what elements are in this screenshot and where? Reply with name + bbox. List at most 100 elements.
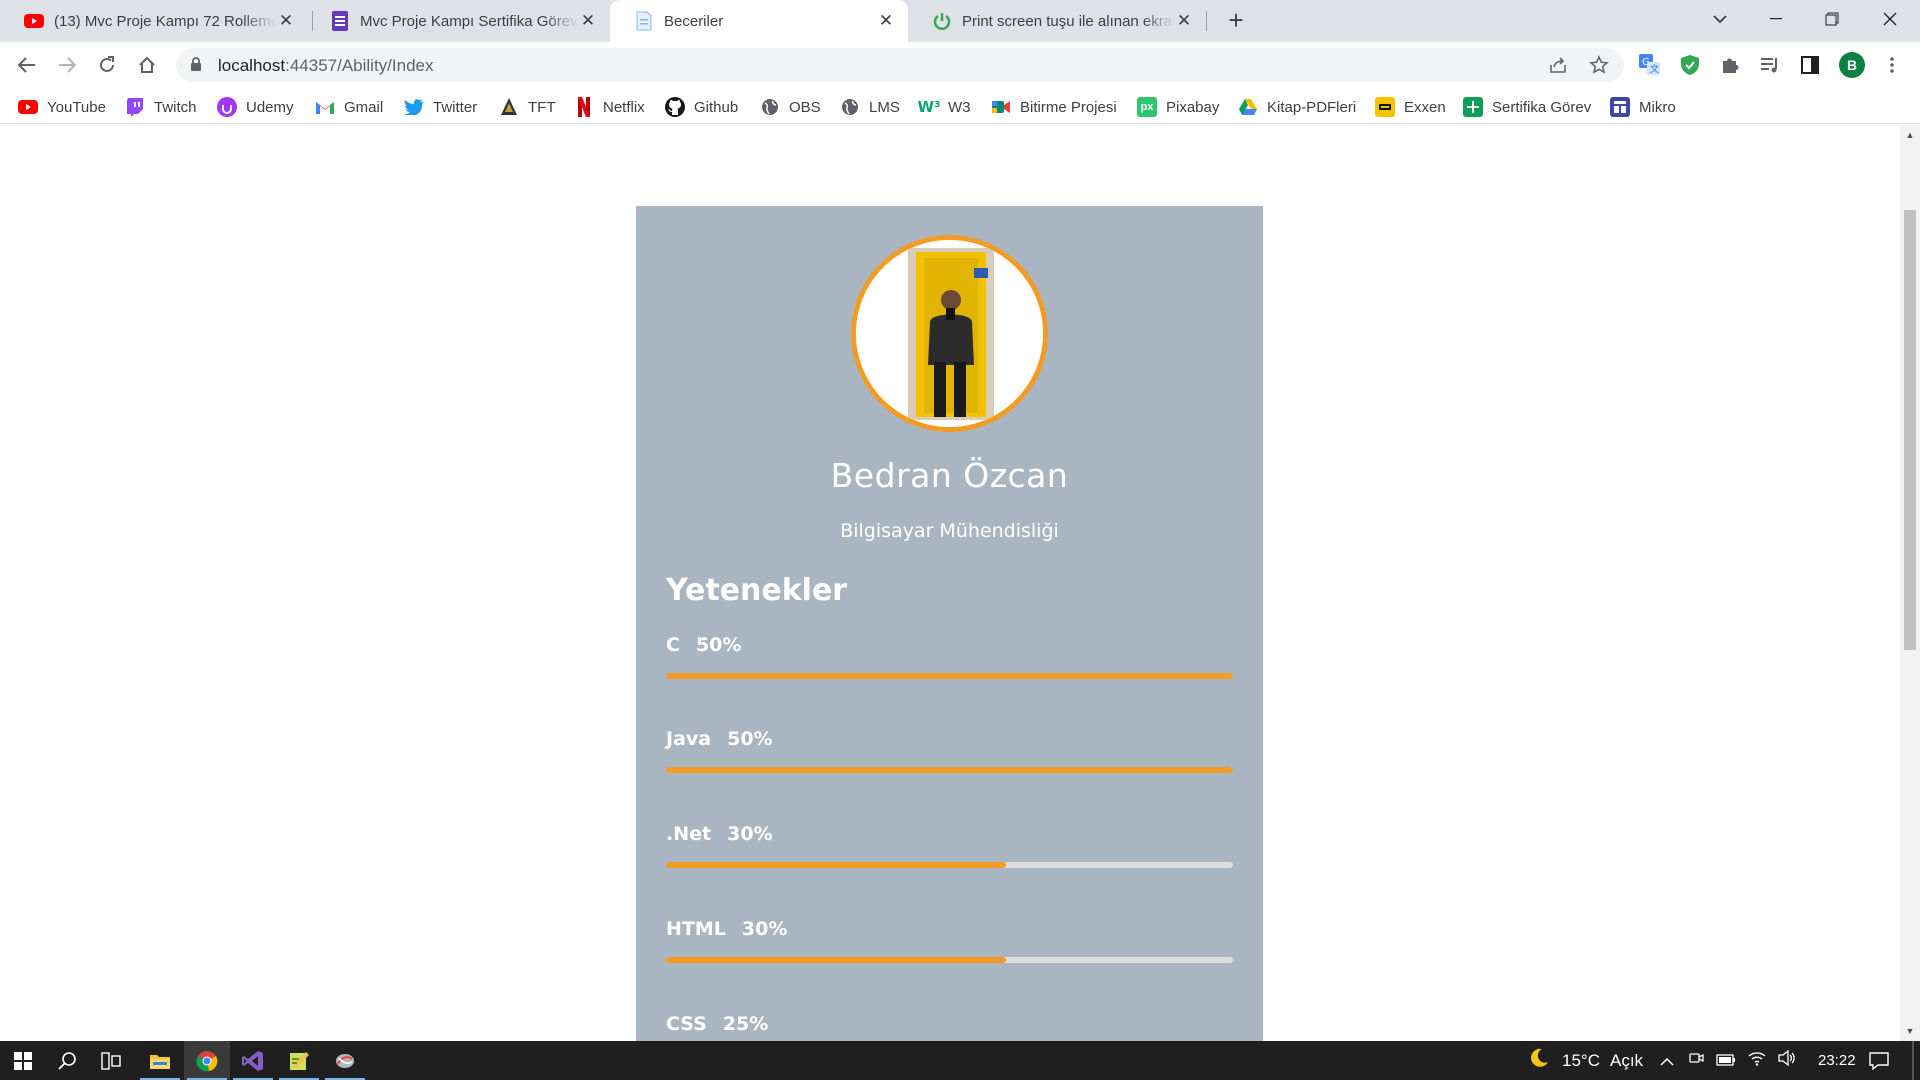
- bookmark-sertifika-gorev[interactable]: Sertifika Görev: [1463, 96, 1591, 118]
- tft-icon: [499, 97, 519, 117]
- bookmark-gmail[interactable]: Gmail: [315, 96, 383, 118]
- chrome-icon[interactable]: [184, 1041, 230, 1080]
- tab-strip: (13) Mvc Proje Kampı 72 Rolleme ✕ Mvc Pr…: [0, 0, 1920, 42]
- bookmark-lms[interactable]: LMS: [840, 96, 900, 118]
- page-scrollbar[interactable]: ▲ ▼: [1900, 125, 1920, 1041]
- show-desktop-button[interactable]: [1912, 1041, 1914, 1080]
- file-explorer-icon[interactable]: [137, 1041, 183, 1080]
- bookmark-mikro[interactable]: Mikro: [1610, 96, 1676, 118]
- bookmark-label: Pixabay: [1166, 98, 1220, 116]
- profile-name: Bedran Özcan: [830, 456, 1069, 495]
- bookmark-label: LMS: [869, 98, 900, 116]
- chevron-up-icon[interactable]: [1660, 1051, 1674, 1071]
- gmail-icon: [315, 97, 335, 117]
- meet-now-icon[interactable]: [1688, 1050, 1704, 1071]
- forward-button[interactable]: [52, 50, 82, 80]
- close-tab-icon[interactable]: ✕: [1174, 11, 1194, 31]
- weather-condition: Açık: [1609, 1050, 1644, 1070]
- bookmark-label: YouTube: [47, 98, 106, 116]
- translate-extension-icon[interactable]: G文: [1638, 53, 1662, 77]
- reload-button[interactable]: [92, 50, 122, 80]
- skill-percent: 50%: [695, 634, 742, 656]
- system-tray: 23:22: [1660, 1041, 1856, 1080]
- twitch-icon: [125, 97, 145, 117]
- skill-java: Java 50%: [666, 728, 1233, 773]
- skills-heading: Yetenekler: [666, 573, 848, 608]
- share-icon[interactable]: [1548, 55, 1568, 75]
- close-window-button[interactable]: [1862, 0, 1918, 38]
- wifi-icon[interactable]: [1748, 1050, 1766, 1071]
- weather-widget[interactable]: 15°C Açık: [1528, 1041, 1643, 1080]
- shield-extension-icon[interactable]: [1678, 53, 1702, 77]
- bookmark-label: TFT: [528, 98, 556, 116]
- bookmark-w3[interactable]: W³ W3: [917, 96, 970, 118]
- skill-percent: 50%: [727, 728, 773, 750]
- scrollbar-thumb[interactable]: [1904, 210, 1916, 650]
- bookmark-label: Gmail: [344, 98, 384, 116]
- scroll-down-icon[interactable]: ▼: [1904, 1025, 1916, 1037]
- bookmark-bitirme-projesi[interactable]: Bitirme Projesi: [991, 96, 1117, 118]
- battery-icon[interactable]: [1716, 1051, 1736, 1071]
- bookmark-netflix[interactable]: Netflix: [574, 96, 645, 118]
- tab-youtube[interactable]: (13) Mvc Proje Kampı 72 Rolleme ✕: [0, 0, 308, 42]
- close-tab-icon[interactable]: ✕: [876, 11, 896, 31]
- skill-label: CSS 25%: [666, 1013, 1233, 1035]
- new-tab-button[interactable]: +: [1222, 7, 1250, 35]
- sheets-icon: [1463, 97, 1483, 117]
- visual-studio-icon[interactable]: [230, 1041, 276, 1080]
- windows-start-icon[interactable]: [0, 1041, 46, 1080]
- tab-beceriler[interactable]: Beceriler ✕: [610, 0, 908, 42]
- bookmark-label: Netflix: [603, 98, 645, 116]
- skill-label: HTML 30%: [666, 918, 1233, 940]
- bookmark-github[interactable]: Github: [665, 96, 738, 118]
- back-button[interactable]: [12, 50, 42, 80]
- skill-progress-track: [666, 767, 1233, 773]
- minimize-button[interactable]: [1748, 0, 1804, 38]
- tab-sertifika[interactable]: Mvc Proje Kampı Sertifika Görev ✕: [306, 0, 610, 42]
- globe-icon: [840, 97, 860, 117]
- twitter-icon: [404, 97, 424, 117]
- url-path: :44357/Ability/Index: [285, 56, 434, 75]
- bookmark-pixabay[interactable]: px Pixabay: [1137, 96, 1219, 118]
- side-panel-icon[interactable]: [1798, 53, 1822, 77]
- bookmark-star-icon[interactable]: [1589, 55, 1609, 75]
- tab-search-icon[interactable]: [1692, 0, 1748, 38]
- profile-photo: [856, 240, 1043, 427]
- bookmark-label: Sertifika Görev: [1492, 98, 1592, 116]
- skill-percent: 30%: [741, 918, 788, 940]
- tab-title: Mvc Proje Kampı Sertifika Görev: [360, 12, 578, 30]
- bookmark-tft[interactable]: TFT: [499, 96, 556, 118]
- lock-icon[interactable]: [190, 57, 202, 77]
- udemy-icon: [217, 97, 237, 117]
- media-queue-icon[interactable]: [1758, 53, 1782, 77]
- search-icon[interactable]: [44, 1041, 90, 1080]
- menu-kebab-icon[interactable]: [1880, 53, 1904, 77]
- speaker-icon[interactable]: [1778, 1049, 1796, 1071]
- sql-server-icon[interactable]: [322, 1041, 368, 1080]
- home-button[interactable]: [132, 50, 162, 80]
- bookmark-exxen[interactable]: Exxen: [1375, 96, 1446, 118]
- tab-print-screen[interactable]: Print screen tuşu ile alınan ekran ✕: [908, 0, 1206, 42]
- bookmark-twitter[interactable]: Twitter: [404, 96, 477, 118]
- scroll-up-icon[interactable]: ▲: [1904, 129, 1916, 141]
- address-bar[interactable]: localhost:44357/Ability/Index: [176, 48, 1624, 82]
- task-view-icon[interactable]: [88, 1041, 134, 1080]
- clock-time[interactable]: 23:22: [1818, 1052, 1856, 1069]
- close-tab-icon[interactable]: ✕: [276, 11, 296, 31]
- extensions-puzzle-icon[interactable]: [1718, 53, 1742, 77]
- close-tab-icon[interactable]: ✕: [578, 11, 598, 31]
- restore-button[interactable]: [1804, 0, 1860, 38]
- moon-icon: [1528, 1047, 1550, 1074]
- bookmark-obs[interactable]: OBS: [760, 96, 821, 118]
- notepad-plus-plus-icon[interactable]: [276, 1041, 322, 1080]
- bookmark-twitch[interactable]: Twitch: [125, 96, 197, 118]
- bookmark-udemy[interactable]: Udemy: [217, 96, 294, 118]
- bookmark-kitap-pdfleri[interactable]: Kitap-PDFleri: [1238, 96, 1356, 118]
- bookmark-label: Exxen: [1404, 98, 1446, 116]
- tab-title: Print screen tuşu ile alınan ekran: [962, 12, 1174, 30]
- profile-avatar[interactable]: B: [1839, 52, 1865, 78]
- skill-progress-track: [666, 862, 1233, 868]
- notifications-icon[interactable]: [1856, 1041, 1902, 1080]
- w3-icon: W³: [917, 98, 941, 116]
- bookmark-youtube[interactable]: YouTube: [18, 96, 106, 118]
